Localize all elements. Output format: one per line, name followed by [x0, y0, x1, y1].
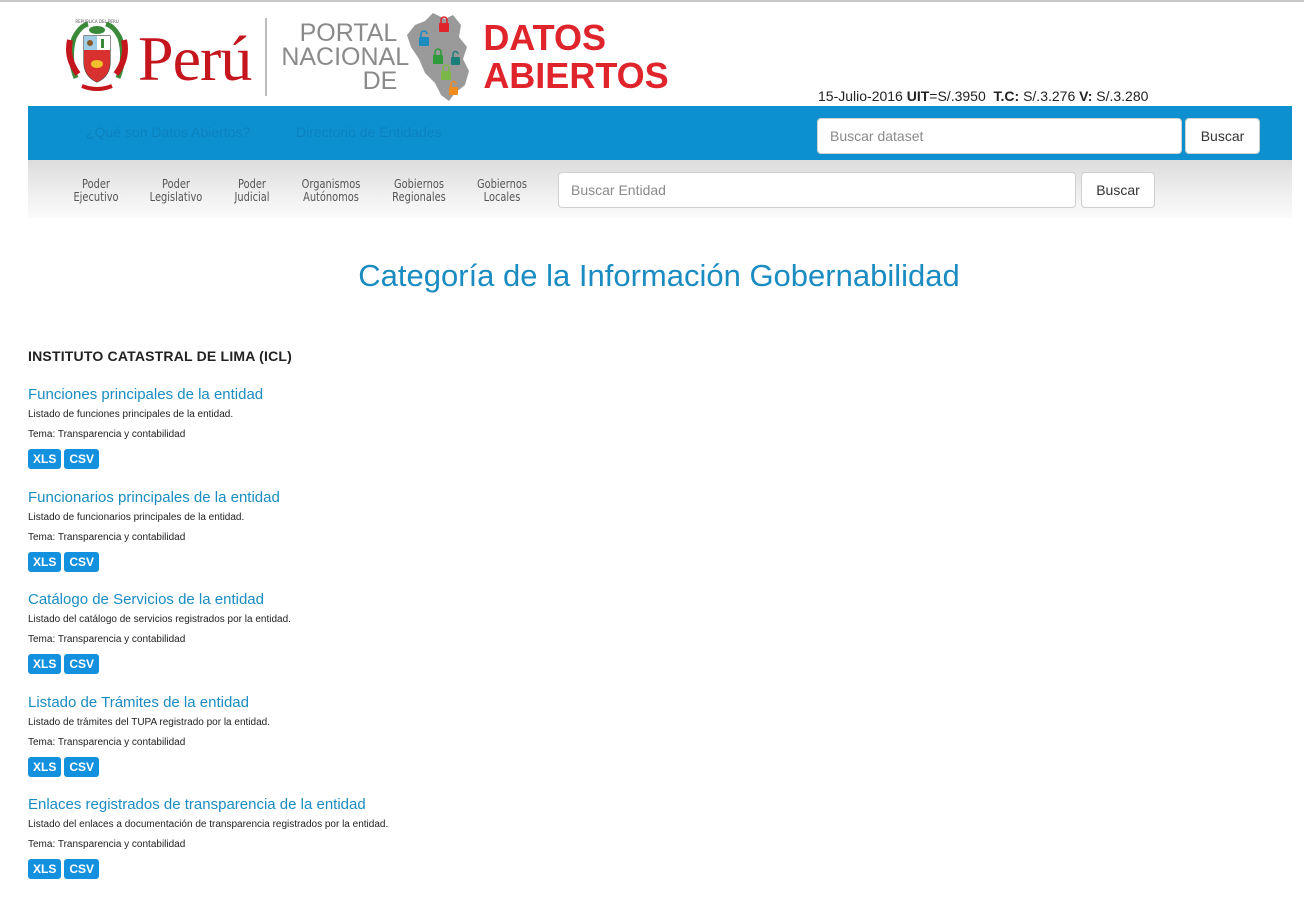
dataset-description: Listado del enlaces a documentación de t…	[28, 819, 389, 830]
dataset-theme: Tema: Transparencia y contabilidad	[28, 532, 186, 543]
entity-name: INSTITUTO CATASTRAL DE LIMA (ICL)	[28, 348, 293, 364]
dataset-theme: Tema: Transparencia y contabilidad	[28, 839, 186, 850]
current-date: 15-Julio-2016	[818, 88, 903, 104]
portal-line-3: DE	[362, 67, 398, 95]
dataset-search-button[interactable]: Buscar	[1185, 118, 1260, 154]
logo[interactable]: REPÚBLICA DEL PERÚ Perú PORTAL NACIONAL …	[64, 12, 669, 102]
svg-text:REPÚBLICA DEL PERÚ: REPÚBLICA DEL PERÚ	[75, 19, 118, 24]
dataset-theme: Tema: Transparencia y contabilidad	[28, 429, 186, 440]
tc-value: S/.3.276	[1023, 88, 1076, 104]
v-value: S/.3.280	[1096, 88, 1149, 104]
nav-link-que-son-datos-abiertos[interactable]: ¿Qué son Datos Abiertos?	[86, 124, 250, 140]
nav-poder-judicial[interactable]: Poder Judicial	[227, 178, 276, 204]
nav-gobiernos-regionales[interactable]: Gobiernos Regionales	[382, 178, 456, 204]
portal-wordmark: PORTAL NACIONAL DE	[281, 19, 410, 95]
download-csv-button[interactable]: CSV	[64, 654, 100, 674]
datos-line-1: DATOS	[483, 17, 606, 58]
nav-organismos-autonomos[interactable]: Organismos Autónomos	[294, 178, 368, 204]
download-csv-button[interactable]: CSV	[64, 552, 100, 572]
top-nav-bar: ¿Qué son Datos Abiertos? Directorio de E…	[28, 106, 1292, 160]
download-xls-button[interactable]: XLS	[28, 552, 62, 572]
nav-label-line2: Legislativo	[149, 190, 203, 204]
portal-line-1: PORTAL	[299, 19, 398, 47]
coat-of-arms-icon: REPÚBLICA DEL PERÚ	[66, 19, 128, 91]
nav-link-directorio-entidades[interactable]: Directorio de Entidades	[296, 124, 442, 140]
portal-line-2: NACIONAL	[281, 43, 410, 71]
dataset-search-input[interactable]	[817, 118, 1182, 154]
dataset-title-link[interactable]: Funcionarios principales de la entidad	[28, 489, 628, 509]
tc-label: T.C:	[993, 88, 1020, 104]
dataset-item: Funciones principales de la entidad List…	[28, 386, 628, 469]
dataset-theme: Tema: Transparencia y contabilidad	[28, 634, 186, 645]
nav-label-line2: Regionales	[392, 190, 446, 204]
nav-label-line2: Locales	[483, 190, 521, 204]
dataset-item: Enlaces registrados de transparencia de …	[28, 796, 628, 879]
download-xls-button[interactable]: XLS	[28, 449, 62, 469]
uit-value: =S/.3950	[929, 88, 986, 104]
datos-line-2: ABIERTOS	[483, 55, 669, 96]
download-csv-button[interactable]: CSV	[64, 859, 100, 879]
download-xls-button[interactable]: XLS	[28, 859, 62, 879]
dataset-item: Funcionarios principales de la entidad L…	[28, 489, 628, 572]
economic-indicators: 15-Julio-2016 UIT=S/.3950 T.C: S/.3.276 …	[818, 88, 1148, 104]
nav-label-line2: Autónomos	[303, 190, 359, 204]
entity-nav-bar: Poder Ejecutivo Poder Legislativo Poder …	[28, 160, 1292, 218]
dataset-theme: Tema: Transparencia y contabilidad	[28, 737, 186, 748]
download-csv-button[interactable]: CSV	[64, 449, 100, 469]
dataset-description: Listado del catálogo de servicios regist…	[28, 614, 291, 625]
entity-search-button[interactable]: Buscar	[1081, 172, 1155, 208]
dataset-description: Listado de funcionarios principales de l…	[28, 512, 245, 523]
nav-label-line2: Judicial	[234, 190, 270, 204]
peru-map-icon	[407, 13, 470, 101]
dataset-item: Listado de Trámites de la entidad Listad…	[28, 694, 628, 777]
download-xls-button[interactable]: XLS	[28, 654, 62, 674]
dataset-title-link[interactable]: Listado de Trámites de la entidad	[28, 694, 628, 714]
download-xls-button[interactable]: XLS	[28, 757, 62, 777]
page-title: Categoría de la Información Gobernabilid…	[358, 258, 960, 293]
site-header: REPÚBLICA DEL PERÚ Perú PORTAL NACIONAL …	[0, 2, 1304, 106]
dataset-item: Catálogo de Servicios de la entidad List…	[28, 591, 628, 674]
dataset-title-link[interactable]: Funciones principales de la entidad	[28, 386, 628, 406]
dataset-title-link[interactable]: Catálogo de Servicios de la entidad	[28, 591, 628, 611]
country-wordmark: Perú	[138, 23, 252, 94]
nav-poder-ejecutivo[interactable]: Poder Ejecutivo	[70, 178, 122, 204]
nav-poder-legislativo[interactable]: Poder Legislativo	[145, 178, 207, 204]
logo-divider	[265, 18, 268, 96]
datos-abiertos-wordmark: DATOS ABIERTOS	[483, 19, 668, 95]
v-label: V:	[1079, 88, 1093, 104]
download-csv-button[interactable]: CSV	[64, 757, 100, 777]
nav-gobiernos-locales[interactable]: Gobiernos Locales	[466, 178, 538, 204]
nav-label-line2: Ejecutivo	[73, 190, 119, 204]
dataset-description: Listado de trámites del TUPA registrado …	[28, 717, 270, 728]
uit-label: UIT	[906, 88, 930, 104]
dataset-title-link[interactable]: Enlaces registrados de transparencia de …	[28, 796, 628, 816]
entity-search-input[interactable]	[558, 172, 1076, 208]
dataset-description: Listado de funciones principales de la e…	[28, 409, 234, 420]
